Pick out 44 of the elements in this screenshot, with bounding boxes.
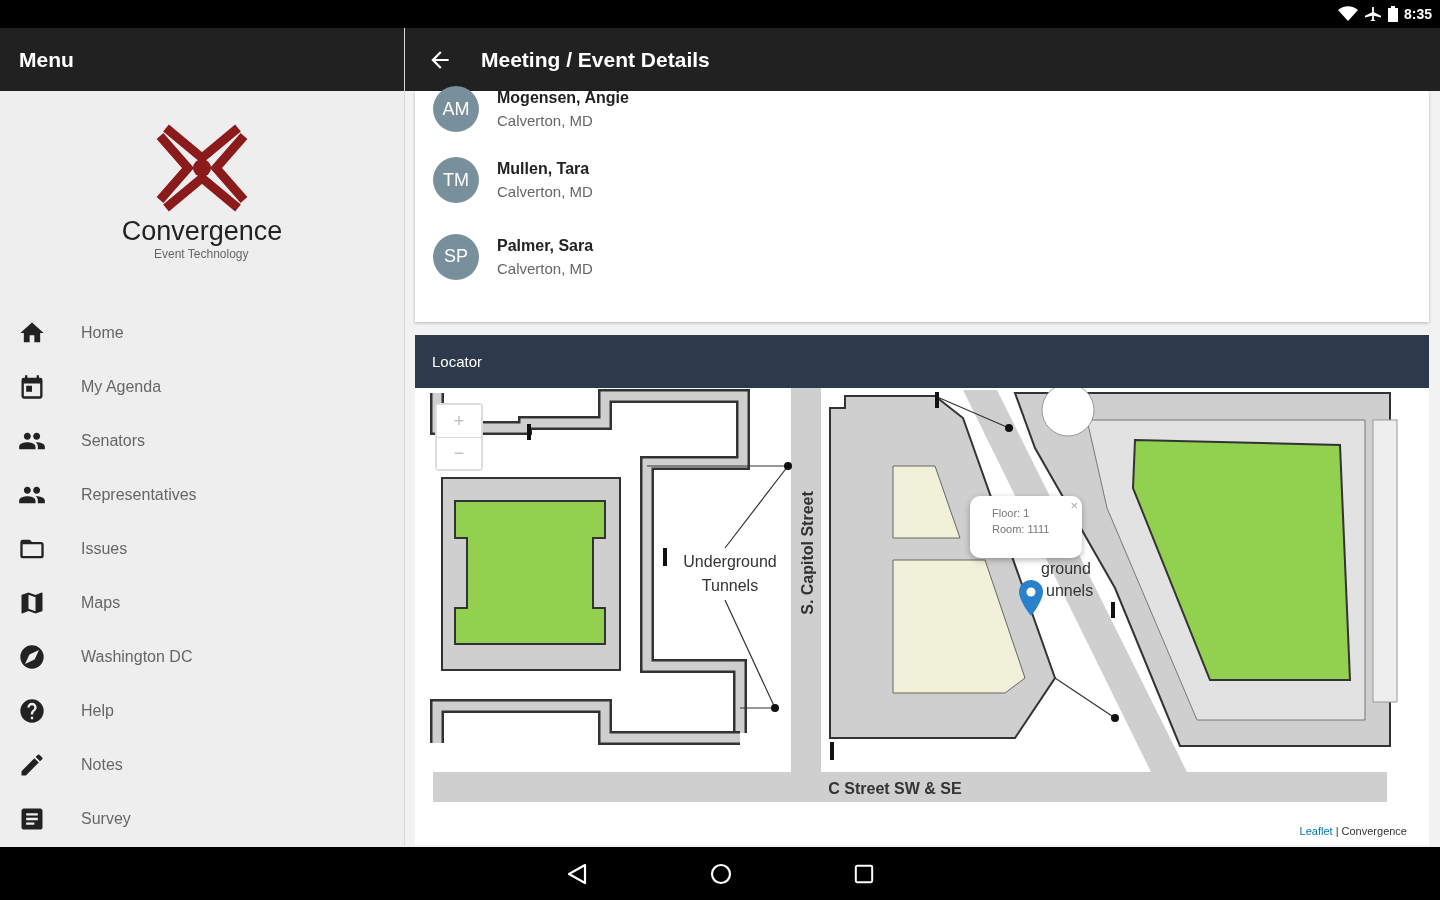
menu-item[interactable]: Help	[81, 702, 114, 720]
street-label: S. Capitol Street	[799, 491, 817, 615]
locator-title: Locator	[432, 353, 483, 370]
menu-item[interactable]: Survey	[81, 810, 131, 828]
menu-item[interactable]: Representatives	[81, 486, 197, 504]
page-title: Meeting / Event Details	[481, 47, 710, 72]
attendee-location: Calverton, MD	[497, 112, 594, 130]
popup-text: Room: 1111	[992, 523, 1051, 535]
tunnel-label: Underground Tunnels	[682, 552, 778, 596]
tunnel-label: unnels	[1046, 582, 1094, 600]
attendee-name[interactable]: Mogensen, Angie	[497, 89, 629, 108]
attendee-name[interactable]: Mullen, Tara	[497, 160, 593, 179]
logo-tagline: Event Technology	[154, 247, 249, 261]
help-icon[interactable]	[18, 697, 46, 725]
street-label: C Street SW & SE	[827, 779, 963, 799]
sidebar-title: Menu	[19, 47, 74, 72]
menu-item[interactable]: Senators	[81, 432, 146, 450]
menu-item[interactable]: Home	[81, 324, 124, 342]
map-pin-icon[interactable]	[1019, 580, 1043, 616]
avatar-initials: SP	[433, 233, 479, 280]
menu-item[interactable]: Issues	[81, 540, 128, 558]
popup-text: Floor: 1	[992, 507, 1031, 519]
recents-square-icon[interactable]	[854, 863, 874, 884]
airplane-icon	[1363, 6, 1382, 22]
menu-item[interactable]: Notes	[81, 756, 123, 774]
menu-item[interactable]: My Agenda	[81, 378, 162, 396]
avatar-initials: TM	[433, 157, 479, 204]
attendee-name[interactable]: Palmer, Sara	[497, 236, 594, 255]
home-circle-icon[interactable]	[710, 862, 732, 885]
wifi-icon	[1337, 6, 1358, 22]
logo-icon	[156, 124, 248, 212]
menu-item[interactable]: Washington DC	[81, 648, 193, 666]
logo-wordmark: Convergence	[121, 216, 283, 247]
back-icon[interactable]	[566, 862, 588, 885]
attendee-location: Calverton, MD	[497, 183, 593, 201]
tunnel-label: ground	[1041, 560, 1091, 578]
attendee-location: Calverton, MD	[497, 259, 594, 277]
avatar-initials: AM	[433, 86, 479, 133]
clock-time: 8:35	[1403, 6, 1432, 22]
compass-icon[interactable]	[18, 643, 46, 671]
battery-icon	[1387, 6, 1398, 22]
menu-item[interactable]: Maps	[81, 594, 121, 612]
attribution-link[interactable]: Leaflet	[1299, 825, 1333, 837]
attribution-text: | Convergence	[1335, 825, 1407, 837]
